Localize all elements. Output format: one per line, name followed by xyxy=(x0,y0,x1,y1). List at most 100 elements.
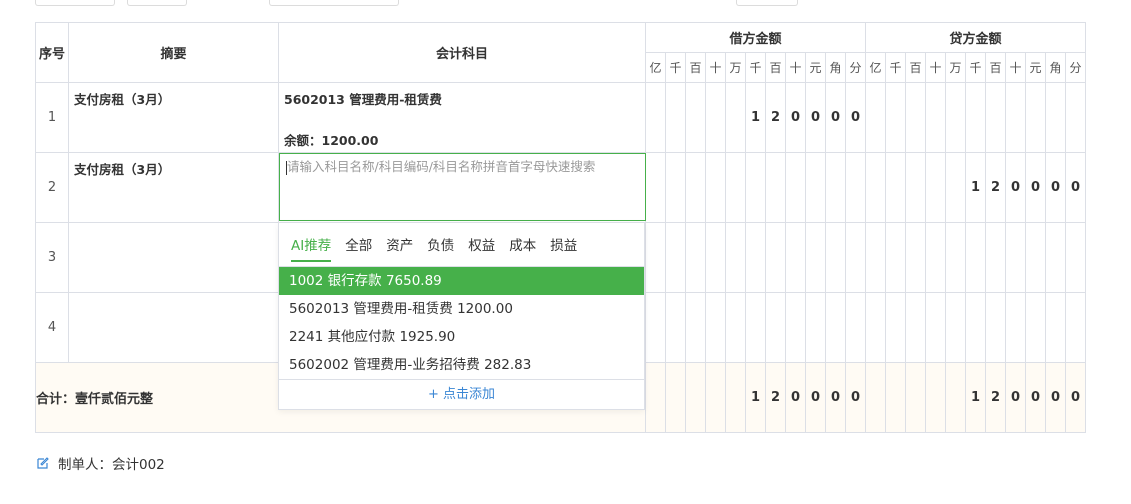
debit-digit-cell[interactable] xyxy=(845,292,866,363)
credit-digit-cell[interactable] xyxy=(965,222,986,293)
credit-digit-cell[interactable] xyxy=(1005,222,1026,293)
credit-digit-cell[interactable]: 2 xyxy=(985,152,1006,223)
credit-digit-cell[interactable] xyxy=(885,152,906,223)
credit-digit-cell[interactable] xyxy=(885,222,906,293)
debit-digit-cell[interactable] xyxy=(665,82,686,153)
top-control-3[interactable] xyxy=(269,0,399,6)
account-search-input[interactable]: 请输入科目名称/科目编码/科目名称拼音首字母快速搜索 xyxy=(279,153,646,221)
summary-cell[interactable]: 支付房租（3月） xyxy=(68,82,279,153)
debit-digit-cell[interactable] xyxy=(685,152,706,223)
credit-digit-cell[interactable]: 0 xyxy=(1025,152,1046,223)
credit-digit-cell[interactable] xyxy=(945,222,966,293)
account-option[interactable]: 5602002 管理费用-业务招待费 282.83 xyxy=(279,351,644,379)
credit-digit-cell[interactable] xyxy=(1005,292,1026,363)
debit-digit-cell[interactable] xyxy=(805,222,826,293)
credit-digit-cell[interactable] xyxy=(965,82,986,153)
debit-digit-cell[interactable] xyxy=(665,222,686,293)
category-tab[interactable]: 成本 xyxy=(509,234,536,256)
credit-digit-cell[interactable] xyxy=(1065,222,1086,293)
credit-digit-cell[interactable] xyxy=(985,82,1006,153)
credit-digit-cell[interactable] xyxy=(1025,222,1046,293)
credit-digit-cell[interactable] xyxy=(985,292,1006,363)
top-control-4[interactable] xyxy=(736,0,798,6)
credit-digit-cell[interactable] xyxy=(905,82,926,153)
debit-digit-cell[interactable] xyxy=(645,82,666,153)
credit-digit-cell[interactable] xyxy=(945,292,966,363)
debit-digit-cell[interactable] xyxy=(645,152,666,223)
credit-digit-cell[interactable] xyxy=(1045,222,1066,293)
add-account-button[interactable]: + 点击添加 xyxy=(279,379,644,410)
category-tab[interactable]: AI推荐 xyxy=(291,234,332,262)
credit-digit-cell[interactable] xyxy=(1065,82,1086,153)
debit-digit-cell[interactable]: 1 xyxy=(745,82,766,153)
credit-digit-cell[interactable] xyxy=(1045,292,1066,363)
debit-digit-cell[interactable]: 0 xyxy=(845,82,866,153)
category-tab[interactable]: 资产 xyxy=(386,234,413,256)
account-cell[interactable]: 5602013 管理费用-租赁费 余额：1200.00 xyxy=(278,82,646,153)
credit-digit-cell[interactable] xyxy=(1025,82,1046,153)
debit-digit-cell[interactable] xyxy=(825,292,846,363)
debit-digit-cell[interactable] xyxy=(765,292,786,363)
debit-digit-cell[interactable] xyxy=(745,152,766,223)
debit-digit-cell[interactable]: 2 xyxy=(765,82,786,153)
credit-digit-cell[interactable] xyxy=(905,222,926,293)
credit-digit-cell[interactable]: 0 xyxy=(1045,152,1066,223)
category-tab[interactable]: 损益 xyxy=(550,234,577,256)
credit-digit-cell[interactable] xyxy=(1065,292,1086,363)
credit-digit-cell[interactable] xyxy=(925,82,946,153)
debit-digit-cell[interactable] xyxy=(745,292,766,363)
account-option[interactable]: 1002 银行存款 7650.89 xyxy=(279,267,644,295)
account-option[interactable]: 2241 其他应付款 1925.90 xyxy=(279,323,644,351)
debit-digit-cell[interactable] xyxy=(825,152,846,223)
account-cell[interactable]: 请输入科目名称/科目编码/科目名称拼音首字母快速搜索 xyxy=(278,152,646,223)
credit-digit-cell[interactable] xyxy=(865,82,886,153)
debit-digit-cell[interactable] xyxy=(805,152,826,223)
debit-digit-cell[interactable] xyxy=(705,152,726,223)
debit-digit-cell[interactable] xyxy=(845,222,866,293)
account-option[interactable]: 5602013 管理费用-租赁费 1200.00 xyxy=(279,295,644,323)
debit-digit-cell[interactable] xyxy=(785,222,806,293)
debit-digit-cell[interactable] xyxy=(745,222,766,293)
debit-digit-cell[interactable] xyxy=(845,152,866,223)
debit-digit-cell[interactable] xyxy=(705,222,726,293)
credit-digit-cell[interactable] xyxy=(945,82,966,153)
debit-digit-cell[interactable] xyxy=(685,292,706,363)
credit-digit-cell[interactable] xyxy=(865,222,886,293)
debit-digit-cell[interactable] xyxy=(645,222,666,293)
debit-digit-cell[interactable] xyxy=(705,292,726,363)
debit-digit-cell[interactable] xyxy=(665,292,686,363)
debit-digit-cell[interactable] xyxy=(725,222,746,293)
debit-digit-cell[interactable] xyxy=(725,152,746,223)
top-control-2[interactable] xyxy=(127,0,187,6)
debit-digit-cell[interactable] xyxy=(665,152,686,223)
debit-digit-cell[interactable] xyxy=(705,82,726,153)
credit-digit-cell[interactable]: 0 xyxy=(1065,152,1086,223)
credit-digit-cell[interactable] xyxy=(865,152,886,223)
top-control-1[interactable] xyxy=(35,0,115,6)
credit-digit-cell[interactable] xyxy=(1025,292,1046,363)
credit-digit-cell[interactable] xyxy=(865,292,886,363)
debit-digit-cell[interactable] xyxy=(765,152,786,223)
credit-digit-cell[interactable] xyxy=(925,152,946,223)
debit-digit-cell[interactable] xyxy=(725,82,746,153)
category-tab[interactable]: 权益 xyxy=(468,234,495,256)
credit-digit-cell[interactable] xyxy=(905,152,926,223)
credit-digit-cell[interactable] xyxy=(925,292,946,363)
credit-digit-cell[interactable]: 0 xyxy=(1005,152,1026,223)
credit-digit-cell[interactable] xyxy=(885,292,906,363)
debit-digit-cell[interactable] xyxy=(645,292,666,363)
debit-digit-cell[interactable] xyxy=(805,292,826,363)
credit-digit-cell[interactable]: 1 xyxy=(965,152,986,223)
summary-cell[interactable]: 支付房租（3月） xyxy=(68,152,279,223)
debit-digit-cell[interactable]: 0 xyxy=(785,82,806,153)
debit-digit-cell[interactable]: 0 xyxy=(805,82,826,153)
category-tab[interactable]: 负债 xyxy=(427,234,454,256)
credit-digit-cell[interactable] xyxy=(925,222,946,293)
credit-digit-cell[interactable] xyxy=(885,82,906,153)
credit-digit-cell[interactable] xyxy=(965,292,986,363)
credit-digit-cell[interactable] xyxy=(945,152,966,223)
debit-digit-cell[interactable] xyxy=(785,152,806,223)
credit-digit-cell[interactable] xyxy=(985,222,1006,293)
credit-digit-cell[interactable] xyxy=(1005,82,1026,153)
debit-digit-cell[interactable] xyxy=(785,292,806,363)
